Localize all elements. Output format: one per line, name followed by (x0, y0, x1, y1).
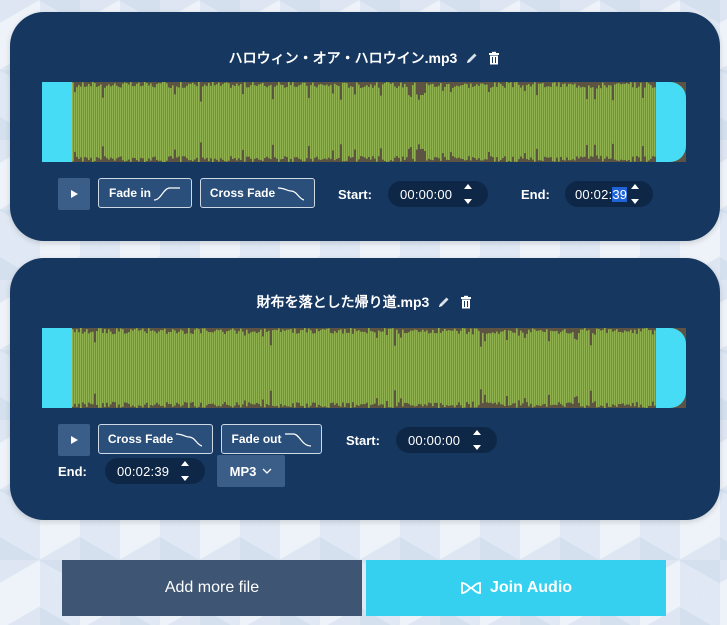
end-time-field[interactable]: 00:02:39 (565, 181, 653, 207)
cross-fade-button[interactable]: Cross Fade (98, 424, 213, 454)
end-label: End: (521, 187, 550, 202)
arrow-down-icon[interactable] (180, 476, 190, 482)
cross-fade-curve-icon (278, 187, 305, 201)
start-time-field[interactable]: 00:00:00 (396, 427, 497, 453)
trash-icon[interactable] (487, 51, 501, 65)
fade-out-curve-icon (284, 433, 311, 447)
arrow-down-icon[interactable] (463, 199, 473, 205)
play-button[interactable] (58, 424, 90, 456)
add-more-file-label: Add more file (164, 579, 260, 596)
join-audio-button[interactable]: Join Audio (366, 560, 666, 616)
cross-fade-curve-icon (176, 433, 203, 447)
waveform (72, 82, 656, 162)
pencil-icon[interactable] (437, 295, 451, 309)
trim-end-handle[interactable] (656, 328, 686, 408)
arrow-up-icon[interactable] (630, 183, 640, 189)
end-time-field[interactable]: 00:02:39 (105, 458, 205, 484)
fade-out-button[interactable]: Fade out (221, 424, 322, 454)
join-audio-label: Join Audio (489, 579, 573, 596)
end-time-prefix: 00:02: (575, 186, 613, 202)
arrow-up-icon[interactable] (472, 429, 482, 435)
format-select[interactable]: MP3 (217, 455, 285, 487)
cross-fade-button[interactable]: Cross Fade (200, 178, 315, 208)
pencil-icon[interactable] (465, 51, 479, 65)
arrow-down-icon[interactable] (472, 445, 482, 451)
arrow-up-icon[interactable] (463, 183, 473, 189)
play-icon (71, 190, 78, 198)
start-time-value: 00:00:00 (408, 432, 461, 448)
cross-fade-label: Cross Fade (107, 432, 174, 446)
end-time-stepper[interactable] (179, 460, 191, 482)
format-value: MP3 (229, 463, 257, 479)
file-name: 財布を落とした帰り道.mp3 (256, 294, 430, 310)
end-time-selected-seconds: 39 (612, 186, 628, 202)
end-time-value: 00:02:39 (117, 463, 170, 479)
fade-in-button[interactable]: Fade in (98, 178, 192, 208)
file-name: ハロウィン・オア・ハロウイン.mp3 (228, 50, 458, 66)
cross-fade-label: Cross Fade (209, 186, 276, 200)
track-card-1: ハロウィン・オア・ハロウイン.mp3 Fade in Cross Fade St… (10, 12, 720, 241)
start-time-stepper[interactable] (462, 183, 474, 205)
track-card-2: 財布を落とした帰り道.mp3 Cross Fade Fade out Start… (10, 258, 720, 520)
fade-in-label: Fade in (108, 186, 151, 200)
chevron-down-icon (262, 468, 272, 474)
start-time-value: 00:00:00 (400, 186, 453, 202)
end-time-stepper[interactable] (629, 183, 641, 205)
trim-start-handle[interactable] (42, 328, 72, 408)
trim-start-handle[interactable] (42, 82, 72, 162)
add-more-file-button[interactable]: Add more file (62, 560, 362, 616)
waveform-editor[interactable] (42, 328, 686, 408)
trim-end-handle[interactable] (656, 82, 686, 162)
waveform (72, 328, 656, 408)
start-time-stepper[interactable] (471, 429, 483, 451)
play-icon (71, 436, 78, 444)
fade-in-curve-icon (153, 187, 180, 201)
start-label: Start: (346, 433, 380, 448)
trash-icon[interactable] (459, 295, 473, 309)
end-label: End: (58, 464, 87, 479)
track-title-row: ハロウィン・オア・ハロウイン.mp3 (10, 48, 720, 68)
track-title-row: 財布を落とした帰り道.mp3 (10, 292, 720, 312)
join-icon (461, 582, 481, 594)
play-button[interactable] (58, 178, 90, 210)
arrow-up-icon[interactable] (180, 460, 190, 466)
start-label: Start: (338, 187, 372, 202)
waveform-editor[interactable] (42, 82, 686, 162)
fade-out-label: Fade out (231, 432, 282, 446)
arrow-down-icon[interactable] (630, 199, 640, 205)
start-time-field[interactable]: 00:00:00 (388, 181, 488, 207)
end-time-value: 00:02:39 (575, 186, 628, 202)
